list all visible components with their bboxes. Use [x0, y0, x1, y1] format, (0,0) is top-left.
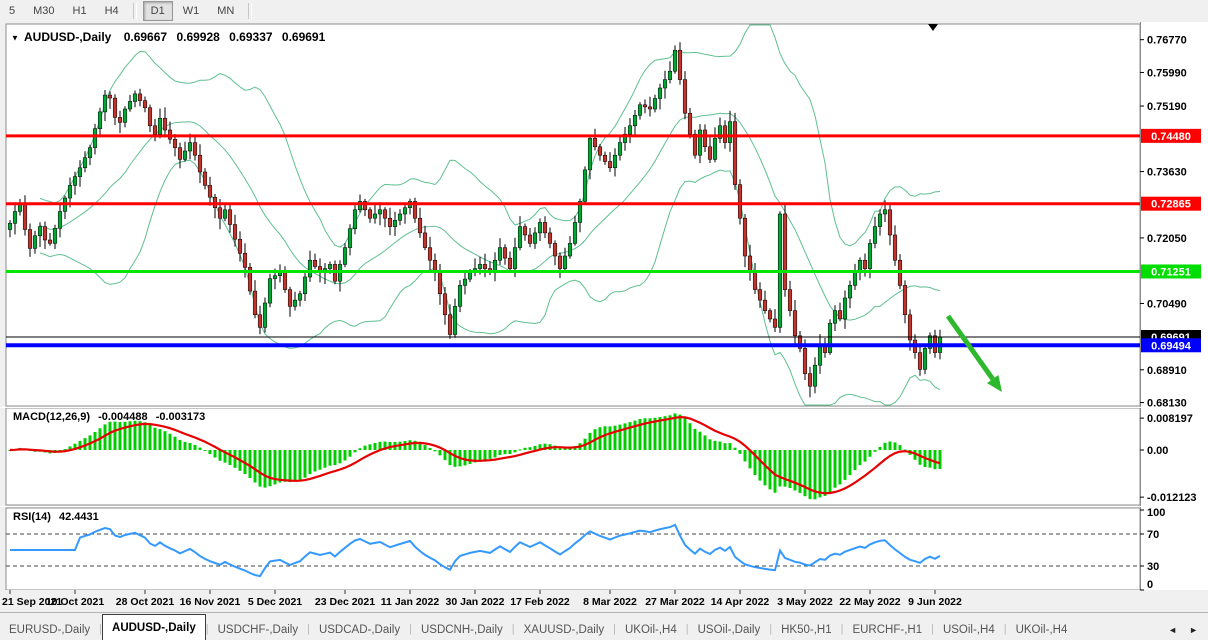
svg-text:0.70490: 0.70490	[1147, 298, 1187, 310]
tab-ukoil-h4[interactable]: UKOil-,H4	[616, 618, 686, 640]
svg-text:0.68910: 0.68910	[1147, 365, 1187, 377]
timeframe-button-d1[interactable]: D1	[143, 1, 173, 21]
macd-label: MACD(12,26,9) -0.004488 -0.003173	[13, 411, 205, 423]
toolbar-separator	[133, 3, 137, 19]
tab-audusd-daily[interactable]: AUDUSD-,Daily	[102, 614, 206, 640]
svg-text:11 Jan 2022: 11 Jan 2022	[381, 596, 440, 608]
svg-text:3 May 2022: 3 May 2022	[777, 596, 833, 608]
timeframe-button-mn[interactable]: MN	[209, 1, 242, 21]
rsi-name: RSI(14)	[13, 511, 51, 523]
svg-text:0.72050: 0.72050	[1147, 233, 1187, 245]
macd-name: MACD(12,26,9)	[13, 411, 90, 423]
svg-text:22 May 2022: 22 May 2022	[839, 596, 900, 608]
timeframe-button-m30[interactable]: M30	[25, 1, 62, 21]
chart-graphics: 0.76770 0.75990 0.75190 0.73630 0.72050 0.704…	[0, 22, 1208, 612]
ohlc-low: 0.69337	[229, 30, 273, 44]
svg-text:-0.012123: -0.012123	[1147, 492, 1197, 504]
ohlc-close: 0.69691	[282, 30, 326, 44]
svg-text:30: 30	[1147, 561, 1159, 573]
svg-text:0.71251: 0.71251	[1151, 266, 1191, 278]
svg-text:10 Oct 2021: 10 Oct 2021	[46, 596, 105, 608]
svg-text:23 Dec 2021: 23 Dec 2021	[315, 596, 375, 608]
tab-usoil-daily[interactable]: USOil-,Daily	[689, 618, 770, 640]
rsi-value: 42.4431	[59, 511, 99, 523]
svg-text:100: 100	[1147, 507, 1165, 519]
macd-value-main: -0.004488	[98, 411, 148, 423]
svg-text:0.74480: 0.74480	[1151, 131, 1191, 143]
tab-usdcad-daily[interactable]: USDCAD-,Daily	[310, 618, 409, 640]
svg-text:0.73630: 0.73630	[1147, 167, 1187, 179]
tab-usdchf-daily[interactable]: USDCHF-,Daily	[209, 618, 308, 640]
tab-usoil-h4[interactable]: USOil-,H4	[934, 618, 1004, 640]
macd-value-signal: -0.003173	[156, 411, 206, 423]
timeframe-toolbar: 5M30H1H4 D1W1MN	[0, 0, 1208, 23]
tab-eurusd-daily[interactable]: EURUSD-,Daily	[0, 618, 99, 640]
tab-scroll-right-icon[interactable]: ►	[1189, 625, 1198, 635]
tab-ukoil-h4[interactable]: UKOil-,H4	[1007, 618, 1077, 640]
chart-area[interactable]: 0.76770 0.75990 0.75190 0.73630 0.72050 0.704…	[0, 22, 1208, 612]
timeframe-button-w1[interactable]: W1	[175, 1, 208, 21]
svg-text:27 Mar 2022: 27 Mar 2022	[645, 596, 705, 608]
tab-xauusd-daily[interactable]: XAUUSD-,Daily	[515, 618, 614, 640]
svg-text:0.00: 0.00	[1147, 445, 1168, 457]
svg-text:8 Mar 2022: 8 Mar 2022	[583, 596, 637, 608]
timeframe-button-h1[interactable]: H1	[65, 1, 95, 21]
svg-text:28 Oct 2021: 28 Oct 2021	[116, 596, 175, 608]
timeframe-button-h4[interactable]: H4	[97, 1, 127, 21]
svg-text:17 Feb 2022: 17 Feb 2022	[510, 596, 570, 608]
timeframe-button-5[interactable]: 5	[1, 1, 23, 21]
svg-text:70: 70	[1147, 529, 1159, 541]
tab-eurchf-h1[interactable]: EURCHF-,H1	[843, 618, 931, 640]
tab-hk50-h1[interactable]: HK50-,H1	[772, 618, 841, 640]
svg-text:5 Dec 2021: 5 Dec 2021	[248, 596, 302, 608]
svg-text:0.76770: 0.76770	[1147, 35, 1187, 47]
svg-text:0.75990: 0.75990	[1147, 67, 1187, 79]
collapse-icon[interactable]: ▼	[11, 34, 19, 43]
svg-text:0.72865: 0.72865	[1151, 199, 1191, 211]
ohlc-open: 0.69667	[124, 30, 168, 44]
tab-usdcnh-daily[interactable]: USDCNH-,Daily	[412, 618, 512, 640]
tab-scroll-left-icon[interactable]: ◄	[1168, 625, 1177, 635]
ohlc-high: 0.69928	[176, 30, 220, 44]
toolbar-separator	[248, 3, 252, 19]
svg-text:0.008197: 0.008197	[1147, 413, 1193, 425]
svg-text:0: 0	[1147, 579, 1153, 591]
svg-text:9 Jun 2022: 9 Jun 2022	[908, 596, 962, 608]
tab-scroll-arrows: ◄►	[1164, 625, 1208, 640]
mt4-window: 5M30H1H4 D1W1MN 0.76770 0.75990 0.75190 0.73…	[0, 0, 1208, 640]
svg-text:14 Apr 2022: 14 Apr 2022	[711, 596, 770, 608]
svg-text:16 Nov 2021: 16 Nov 2021	[180, 596, 241, 608]
svg-text:0.75190: 0.75190	[1147, 101, 1187, 113]
svg-text:0.69494: 0.69494	[1151, 340, 1192, 352]
chart-title-symbol: AUDUSD-,Daily	[24, 30, 112, 44]
svg-text:0.68130: 0.68130	[1147, 398, 1187, 410]
chart-tab-bar: EURUSD-,Daily|AUDUSD-,Daily|USDCHF-,Dail…	[0, 612, 1208, 640]
svg-text:30 Jan 2022: 30 Jan 2022	[446, 596, 505, 608]
